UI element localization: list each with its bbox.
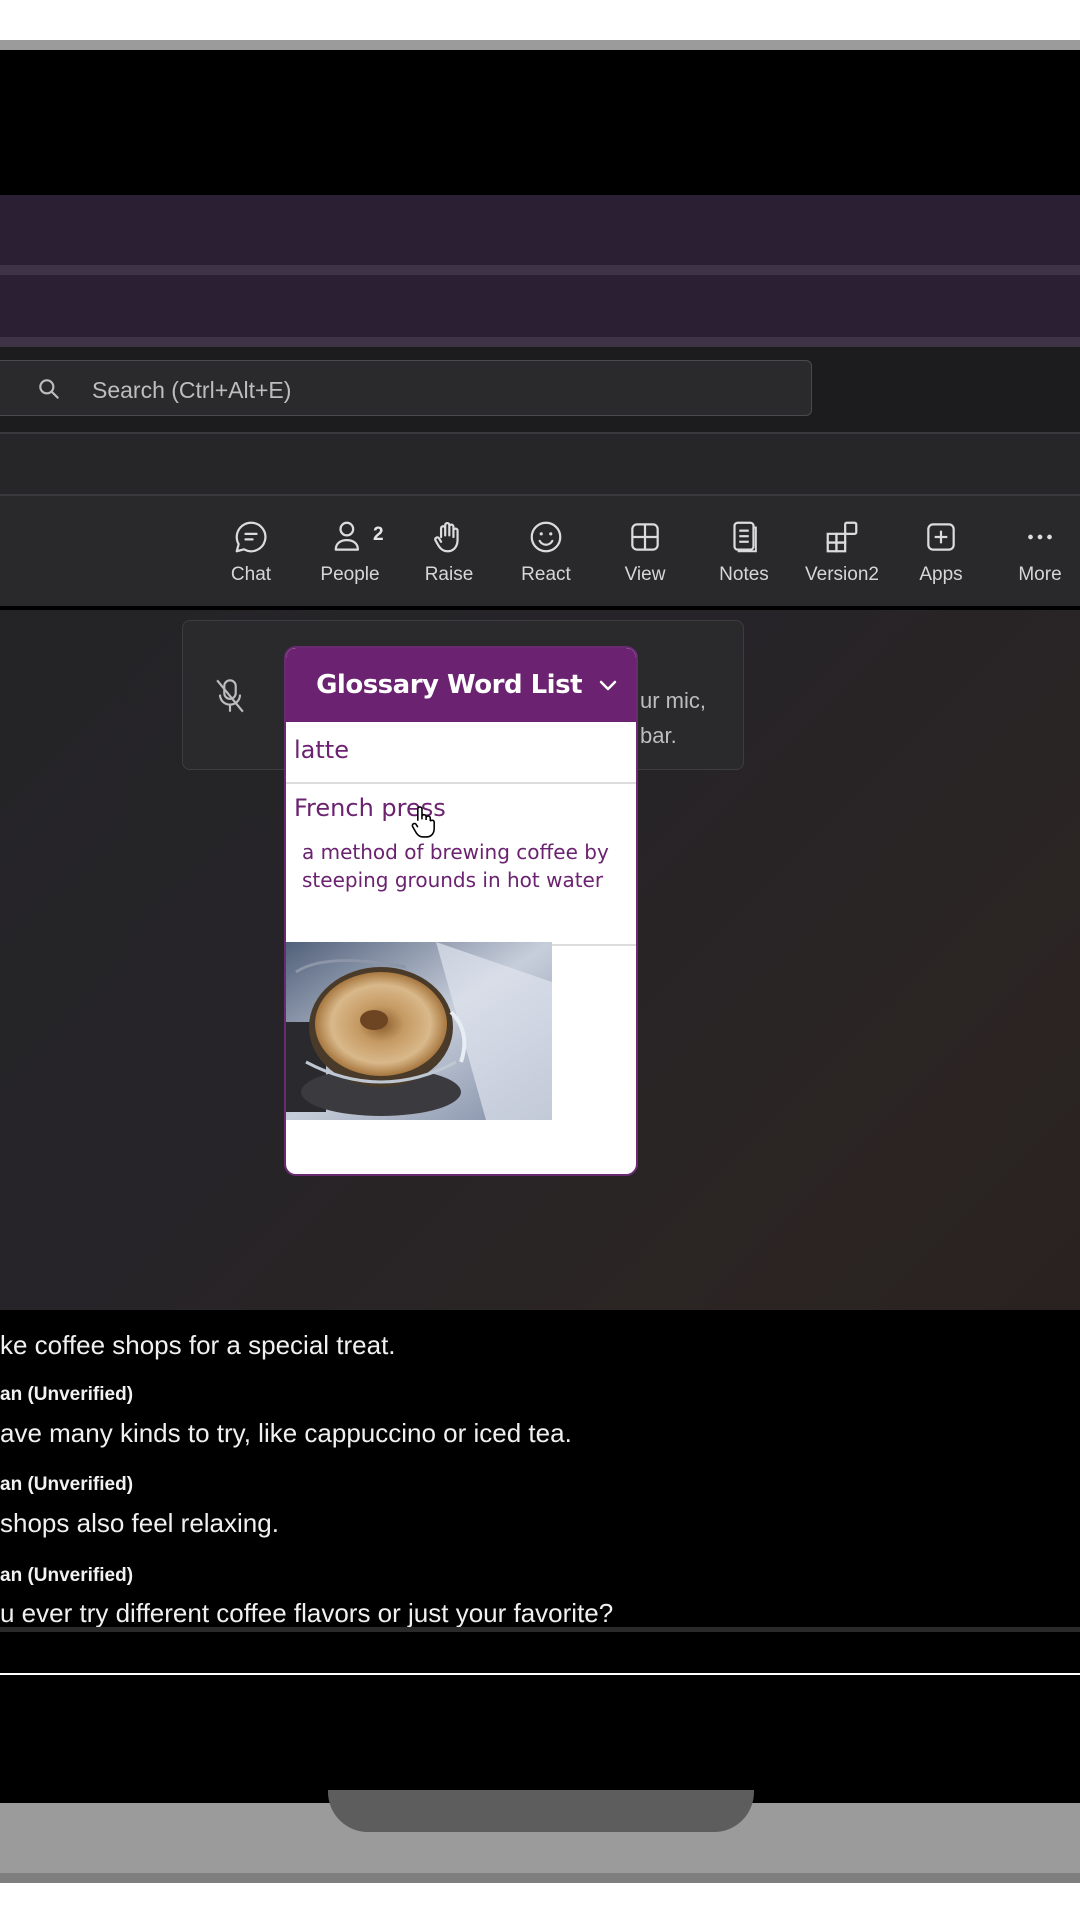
title-band-divider-2: [0, 337, 1080, 347]
notes-button[interactable]: Notes: [698, 512, 790, 592]
mic-notice-text: bar.: [640, 723, 677, 748]
caption-line: ke coffee shops for a special treat.: [0, 1330, 396, 1360]
raise-hand-button[interactable]: Raise: [403, 512, 495, 592]
react-label: React: [521, 564, 571, 585]
captions-scrollbar[interactable]: [0, 1627, 1080, 1632]
chat-icon: [235, 521, 267, 553]
search-input[interactable]: [92, 375, 772, 405]
french-press-photo: [286, 942, 552, 1120]
divider: [286, 782, 636, 784]
apps-button[interactable]: Apps: [895, 512, 987, 592]
react-button[interactable]: React: [500, 512, 592, 592]
live-captions: ke coffee shops for a special treat. an …: [0, 1316, 1080, 1633]
laptop-notch: [328, 1790, 754, 1832]
people-label: People: [320, 564, 380, 585]
view-label: View: [624, 564, 666, 585]
title-band-bottom: [0, 275, 1080, 337]
divider: [0, 1673, 1080, 1675]
chat-button[interactable]: Chat: [205, 512, 297, 592]
caption-line: ave many kinds to try, like cappuccino o…: [0, 1418, 572, 1448]
laptop-bottom-edge: [0, 1873, 1080, 1883]
title-band-divider: [0, 265, 1080, 275]
title-band-top: [0, 195, 1080, 265]
glossary-panel: Glossary Word List latte French press a …: [284, 646, 638, 1176]
caption-speaker: an (Unverified): [0, 1384, 134, 1405]
mic-notice-text: ur mic,: [640, 688, 706, 713]
more-icon: [1028, 534, 1052, 540]
apps-label: Apps: [919, 564, 963, 585]
glossary-title: Glossary Word List: [316, 670, 582, 700]
people-count-badge: 2: [373, 524, 384, 545]
apps-grid-icon: [826, 521, 858, 553]
mic-off-icon: [216, 679, 244, 713]
glossary-definition: a method of brewing coffee by steeping g…: [302, 840, 609, 892]
add-app-icon: [927, 523, 955, 551]
notes-icon: [733, 521, 757, 553]
glossary-word-latte[interactable]: latte: [294, 736, 349, 764]
hand-cursor-icon: [411, 806, 435, 838]
meeting-header: [0, 434, 1080, 494]
glossary-header-dropdown[interactable]: Glossary Word List: [286, 648, 636, 722]
version2-button[interactable]: Version2: [796, 512, 888, 592]
caption-line: u ever try different coffee flavors or j…: [0, 1598, 614, 1628]
raise-hand-icon: [434, 521, 459, 553]
caption-speaker: an (Unverified): [0, 1474, 134, 1495]
people-button[interactable]: 2 People: [304, 512, 396, 592]
caption-speaker: an (Unverified): [0, 1565, 134, 1586]
bottom-band: [0, 1633, 1080, 1673]
react-icon: [530, 521, 562, 553]
search-icon: [39, 379, 59, 399]
version2-label: Version2: [805, 564, 879, 585]
view-button[interactable]: View: [599, 512, 691, 592]
view-icon: [631, 523, 659, 551]
chevron-down-icon: [599, 680, 617, 691]
caption-line: shops also feel relaxing.: [0, 1508, 279, 1538]
raise-label: Raise: [424, 564, 474, 585]
people-icon: [334, 521, 360, 551]
chat-label: Chat: [230, 564, 272, 585]
notes-label: Notes: [719, 564, 769, 585]
more-button[interactable]: More: [994, 512, 1080, 592]
more-label: More: [1018, 564, 1062, 585]
